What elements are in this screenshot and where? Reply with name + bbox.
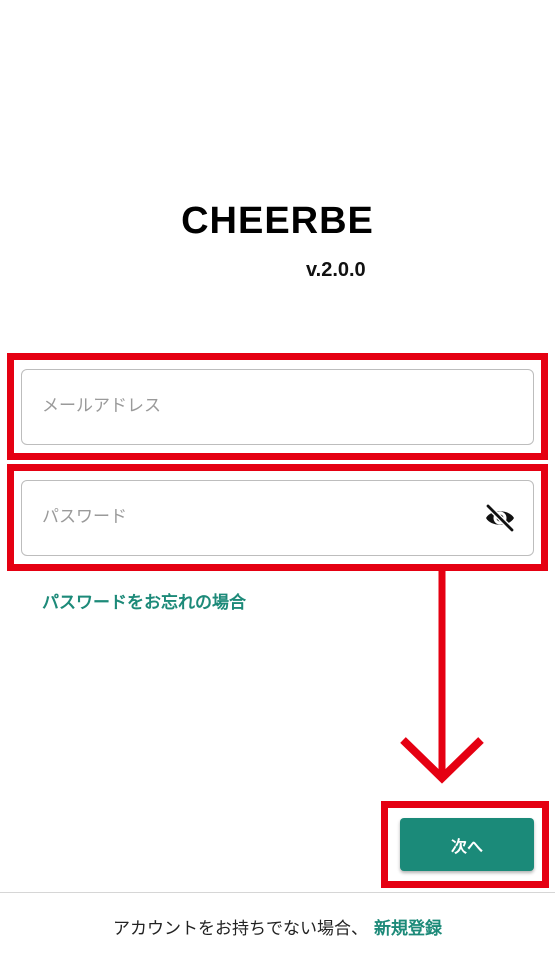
forgot-password-link[interactable]: パスワードをお忘れの場合: [42, 588, 246, 613]
next-button-highlight-box: [381, 801, 549, 888]
register-link[interactable]: 新規登録: [374, 919, 442, 939]
no-account-text: アカウントをお持ちでない場合、: [113, 919, 368, 939]
footer-divider: [0, 892, 555, 893]
app-logo: CHEERBE: [181, 200, 374, 242]
footer: アカウントをお持ちでない場合、 新規登録: [0, 914, 555, 939]
password-highlight-box: [7, 464, 548, 571]
down-arrow-icon: [400, 570, 484, 784]
email-highlight-box: [7, 353, 548, 460]
app-version: v.2.0.0: [306, 259, 366, 281]
